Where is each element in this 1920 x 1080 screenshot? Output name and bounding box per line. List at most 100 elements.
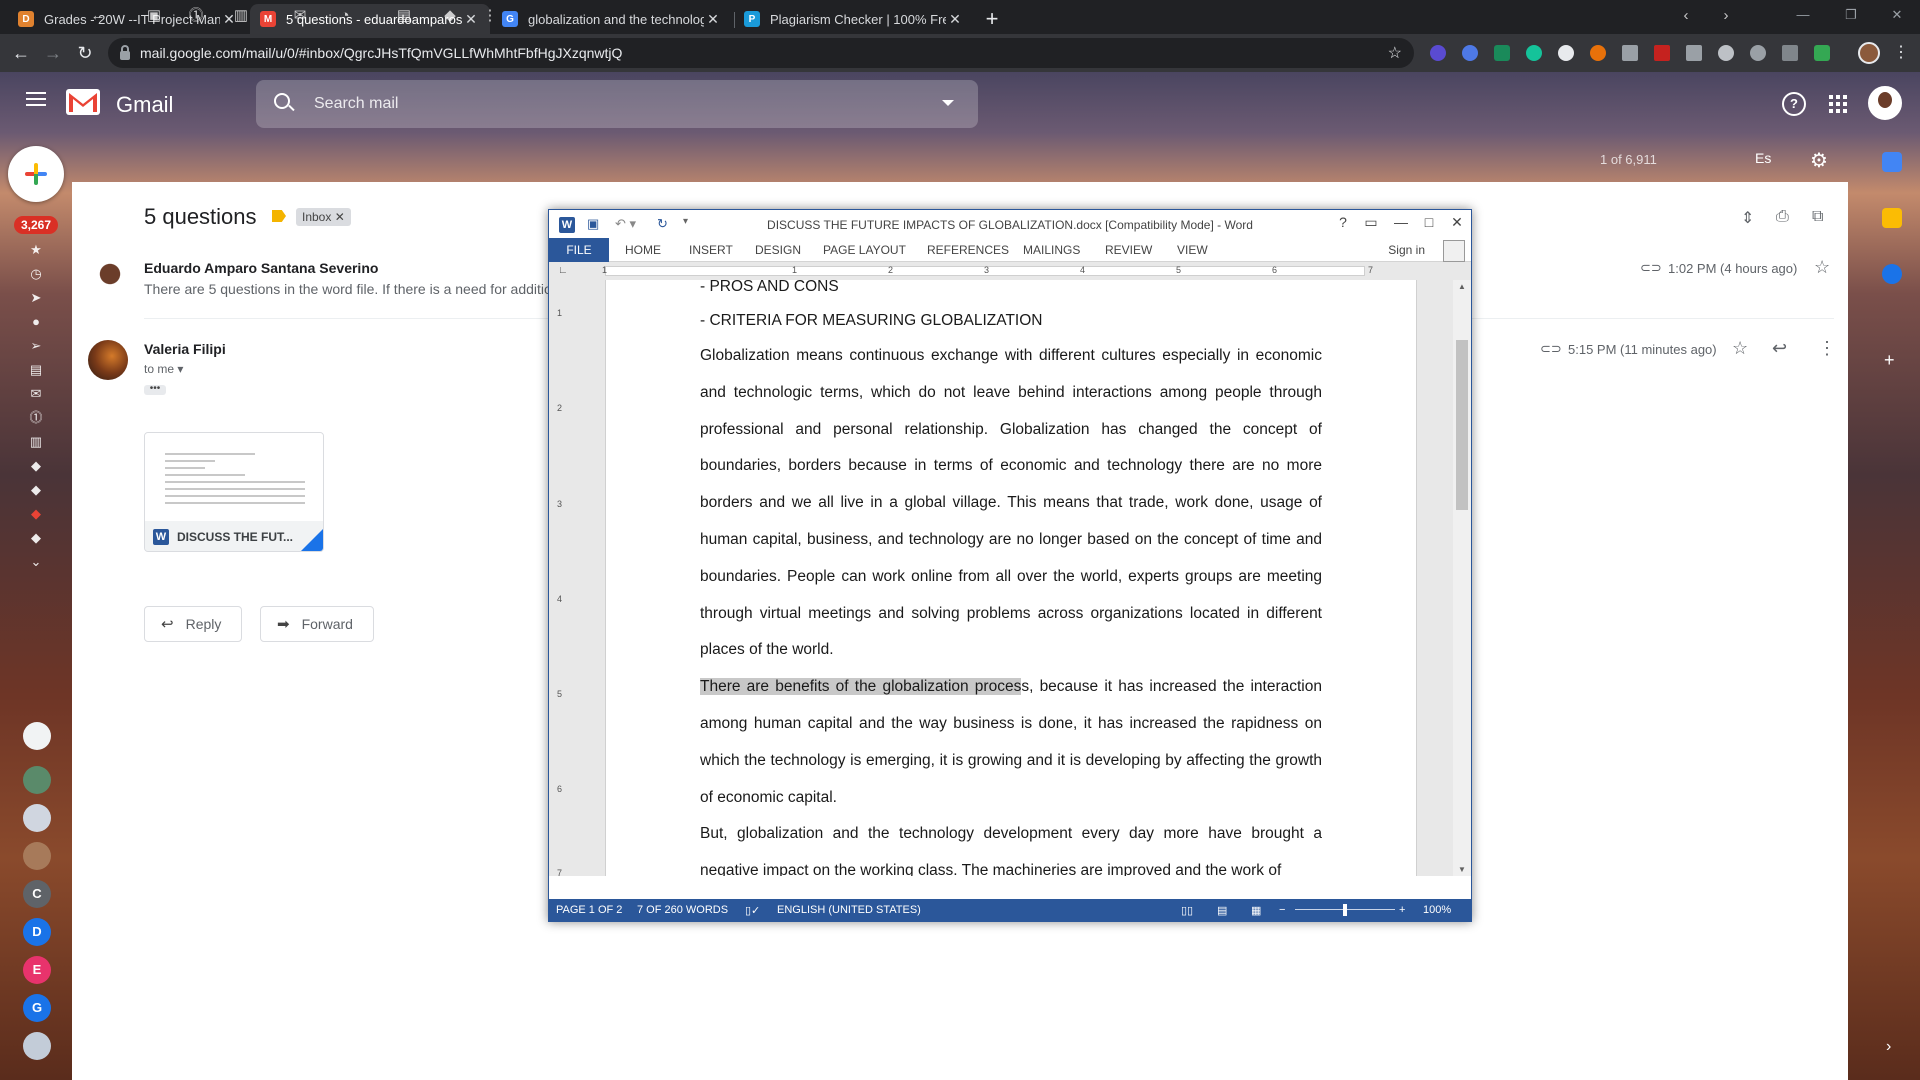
- attachment-card[interactable]: W DISCUSS THE FUT...: [144, 432, 324, 552]
- ribbon-display-options-icon[interactable]: ▭: [1359, 214, 1383, 231]
- language-status[interactable]: ENGLISH (UNITED STATES): [777, 904, 921, 916]
- address-bar[interactable]: mail.google.com/mail/u/0/#inbox/QgrcJHsT…: [108, 38, 1414, 68]
- tab-mailings[interactable]: MAILINGS: [1023, 238, 1080, 262]
- zoom-out-icon[interactable]: −: [1279, 904, 1285, 916]
- close-tab-icon[interactable]: ✕: [462, 11, 480, 28]
- label-icon[interactable]: ◆: [28, 483, 44, 497]
- contact-avatar[interactable]: [23, 1032, 51, 1060]
- account-avatar[interactable]: [1868, 86, 1902, 120]
- tab-home[interactable]: HOME: [625, 238, 661, 262]
- main-menu-icon[interactable]: [26, 92, 46, 106]
- horizontal-ruler[interactable]: ∟ 1 1 2 3 4 5 6 7: [549, 262, 1471, 280]
- restore-window-button[interactable]: ❐: [1828, 0, 1874, 30]
- recipient-details[interactable]: to me ▾: [144, 362, 183, 376]
- extension-icon[interactable]: [1558, 45, 1574, 61]
- back-arrow-icon[interactable]: ←: [8, 40, 34, 66]
- tab-insert[interactable]: INSERT: [689, 238, 733, 262]
- word-close-button[interactable]: ✕: [1445, 214, 1469, 231]
- extension-icon[interactable]: [1622, 45, 1638, 61]
- trash-icon[interactable]: ▥: [28, 435, 44, 449]
- page-count[interactable]: PAGE 1 OF 2: [556, 904, 622, 916]
- word-help-icon[interactable]: ?: [1331, 214, 1355, 230]
- sender-avatar[interactable]: [88, 340, 128, 380]
- bookmark-star-icon[interactable]: ☆: [1388, 43, 1402, 63]
- reply-button[interactable]: ↩ Reply: [144, 606, 243, 642]
- grammarly-icon[interactable]: [1526, 45, 1542, 61]
- sender-avatar[interactable]: [90, 260, 130, 300]
- sender-name[interactable]: Eduardo Amparo Santana Severino: [144, 260, 378, 276]
- browser-tab-google-search[interactable]: G globalization and the technolog ✕: [492, 4, 732, 34]
- tab-selector-icon[interactable]: ∟: [558, 265, 568, 276]
- drafts-icon[interactable]: ▤: [28, 363, 44, 377]
- compose-button[interactable]: [8, 146, 64, 202]
- label-icon[interactable]: ◆: [28, 507, 44, 521]
- extension-icon[interactable]: [1686, 45, 1702, 61]
- browser-tab-plagiarism[interactable]: P Plagiarism Checker | 100% Free a ✕: [734, 4, 974, 34]
- all-mail-icon[interactable]: ✉: [28, 387, 44, 401]
- contact-avatar-e[interactable]: E: [23, 956, 51, 984]
- extension-icon[interactable]: [1462, 45, 1478, 61]
- search-icon[interactable]: [274, 93, 290, 109]
- forward-button[interactable]: ➡ Forward: [260, 606, 374, 642]
- read-mode-icon[interactable]: ▯▯: [1181, 904, 1193, 917]
- starred-icon[interactable]: ★: [28, 243, 44, 257]
- extension-icon[interactable]: [1814, 45, 1830, 61]
- zoom-level[interactable]: 100%: [1423, 904, 1451, 916]
- document-body[interactable]: - PROS AND CONS - CRITERIA FOR MEASURING…: [700, 280, 1322, 876]
- sender-name[interactable]: Valeria Filipi: [144, 341, 226, 357]
- tasks-icon[interactable]: [1882, 264, 1902, 284]
- snooze-icon[interactable]: ◔: [335, 6, 355, 26]
- document-page[interactable]: - PROS AND CONS - CRITERIA FOR MEASURING…: [605, 280, 1417, 876]
- scrollbar-thumb[interactable]: [1456, 340, 1468, 510]
- newer-chevron-icon[interactable]: ‹: [1676, 6, 1696, 26]
- expand-all-icon[interactable]: ⇕: [1741, 208, 1754, 228]
- close-window-button[interactable]: ✕: [1874, 0, 1920, 30]
- new-tab-button[interactable]: +: [978, 6, 1006, 34]
- extension-icon[interactable]: [1654, 45, 1670, 61]
- search-mail-input[interactable]: Search mail: [256, 80, 978, 128]
- open-new-window-icon[interactable]: ⧉: [1812, 208, 1823, 226]
- close-tab-icon[interactable]: ✕: [704, 11, 722, 28]
- tab-file[interactable]: FILE: [549, 238, 609, 262]
- extension-icon[interactable]: [1430, 45, 1446, 61]
- close-tab-icon[interactable]: ✕: [946, 11, 964, 28]
- search-options-chevron-icon[interactable]: [942, 100, 954, 106]
- tab-view[interactable]: VIEW: [1177, 238, 1208, 262]
- calendar-icon[interactable]: [1882, 152, 1902, 172]
- contact-avatar[interactable]: [23, 804, 51, 832]
- delete-icon[interactable]: ▥: [231, 6, 251, 26]
- tab-design[interactable]: DESIGN: [755, 238, 801, 262]
- side-panel-toggle-icon[interactable]: ›: [1886, 1038, 1891, 1056]
- extension-icon[interactable]: [1590, 45, 1606, 61]
- star-icon[interactable]: ☆: [1732, 338, 1748, 359]
- contact-avatar-g[interactable]: G: [23, 994, 51, 1022]
- older-chevron-icon[interactable]: ›: [1716, 6, 1736, 26]
- label-icon[interactable]: ◆: [28, 531, 44, 545]
- forward-arrow-icon[interactable]: →: [40, 40, 66, 66]
- spam-icon[interactable]: ⓵: [28, 411, 44, 425]
- contact-avatar-d[interactable]: D: [23, 918, 51, 946]
- chrome-menu-icon[interactable]: ⋮: [1888, 40, 1914, 66]
- report-spam-icon[interactable]: ⓵: [186, 6, 206, 26]
- extension-icon[interactable]: [1494, 45, 1510, 61]
- extension-icon[interactable]: [1750, 45, 1766, 61]
- word-maximize-button[interactable]: □: [1417, 214, 1441, 230]
- tab-review[interactable]: REVIEW: [1105, 238, 1152, 262]
- move-to-icon[interactable]: ▤: [394, 6, 414, 26]
- inbox-label-chip[interactable]: Inbox ✕: [296, 208, 351, 226]
- profile-avatar[interactable]: [1858, 42, 1880, 64]
- document-scrollbar[interactable]: ▲ ▼: [1453, 280, 1471, 876]
- extension-icon[interactable]: [1718, 45, 1734, 61]
- word-user-icon[interactable]: [1443, 240, 1465, 262]
- get-addons-icon[interactable]: +: [1884, 350, 1895, 371]
- tab-references[interactable]: REFERENCES: [927, 238, 1009, 262]
- chats-icon[interactable]: ●: [28, 315, 44, 329]
- show-trimmed-content-button[interactable]: •••: [144, 384, 166, 395]
- labels-icon[interactable]: ◆: [440, 6, 460, 26]
- reply-arrow-icon[interactable]: ↩: [1772, 338, 1787, 359]
- proofing-icon[interactable]: ▯✓: [745, 904, 760, 917]
- browser-tab-grades[interactable]: D Grades - 20W --IT Project Manag ✕: [8, 4, 248, 34]
- message-snippet[interactable]: There are 5 questions in the word file. …: [144, 281, 567, 297]
- snoozed-icon[interactable]: ◷: [28, 267, 44, 281]
- star-icon[interactable]: ☆: [1814, 257, 1830, 278]
